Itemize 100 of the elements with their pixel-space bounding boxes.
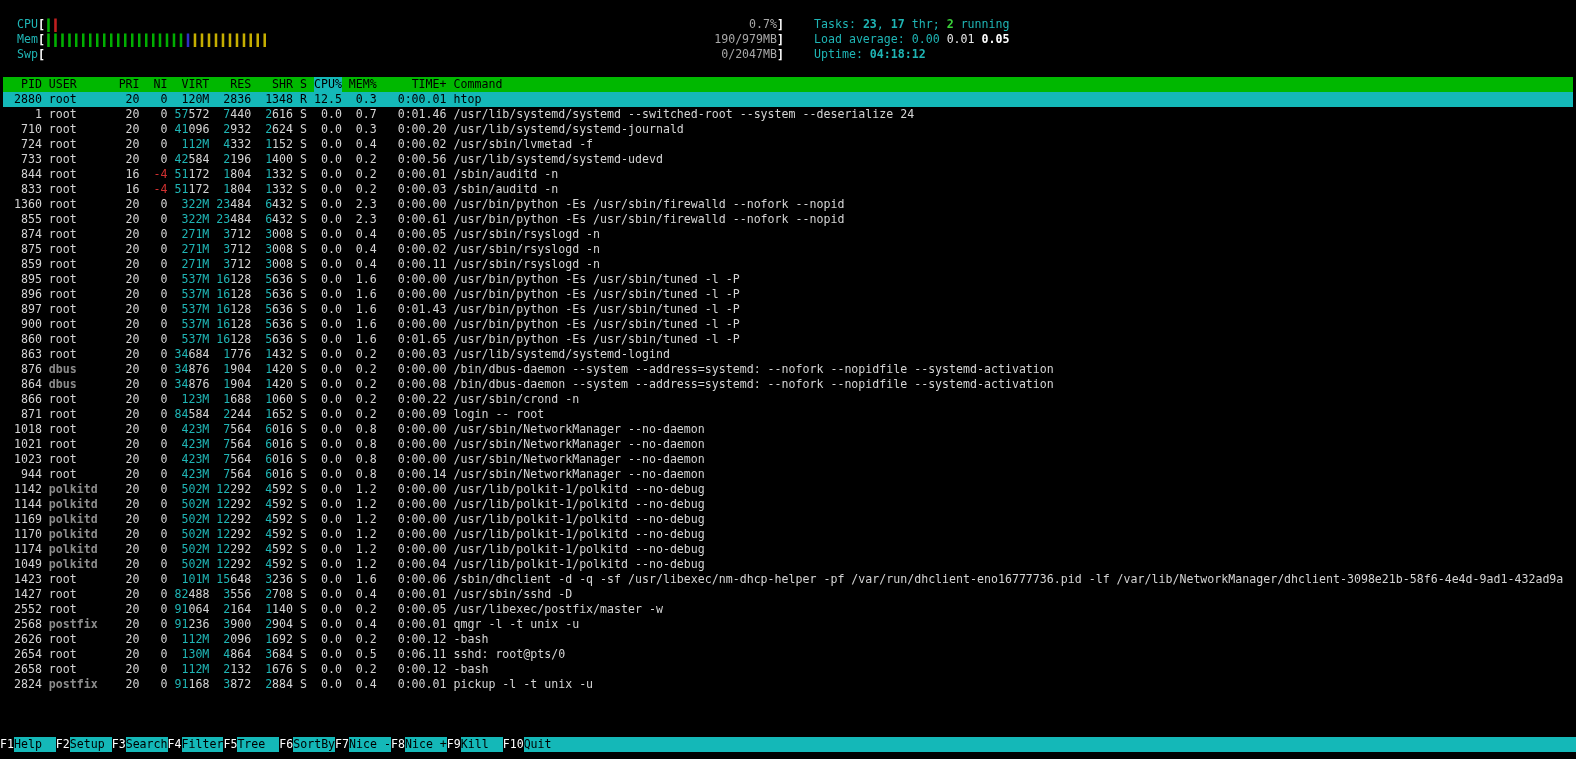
process-row[interactable]: 1049 polkitd 20 0 502M 12292 4592 S 0.0 1.2 0:00.04 /usr/lib/polkit-1/polkitd --no-debug <box>3 557 1573 572</box>
column-header[interactable]: RES <box>216 77 252 92</box>
process-row[interactable]: 733 root 20 0 42584 2196 1400 S 0.0 0.2 0:00.56 /usr/lib/systemd/systemd-udevd <box>3 152 1573 167</box>
column-header[interactable]: SHR <box>258 77 294 92</box>
table-cell-text: 20 <box>124 662 140 677</box>
column-header[interactable]: CPU% <box>313 77 342 92</box>
command-cell: /bin/dbus-daemon --system --address=systemd: --nofork --nopidfile --systemd-activation <box>453 362 1054 377</box>
function-key[interactable]: F2Setup <box>55 737 112 752</box>
table-cell-text: 1018 <box>12 422 42 437</box>
selected-row[interactable]: 2880 root 20 0 120M 2836 1348 R 12.5 0.3 0:00.01 htop <box>3 92 1573 107</box>
table-cell-text: 0:00.12 <box>396 632 447 647</box>
process-row[interactable]: 1170 polkitd 20 0 502M 12292 4592 S 0.0 1.2 0:00.00 /usr/lib/polkit-1/polkitd --no-debug <box>3 527 1573 542</box>
process-row[interactable]: 895 root 20 0 537M 16128 5636 S 0.0 1.6 0:00.00 /usr/bin/python -Es /usr/sbin/tuned -l -P <box>3 272 1573 287</box>
meter-bracket: ] <box>777 17 784 32</box>
table-cell-text: 0 <box>159 212 168 227</box>
process-row[interactable]: 1427 root 20 0 82488 3556 2708 S 0.0 0.4 0:00.01 /usr/sbin/sshd -D <box>3 587 1573 602</box>
table-cell-text: 0.0 <box>319 152 342 167</box>
stat-line: Tasks: 23, 17 thr; 2 running <box>814 17 1011 32</box>
process-row[interactable]: 859 root 20 0 271M 3712 3008 S 0.0 0.4 0:00.11 /usr/sbin/rsyslogd -n <box>3 257 1573 272</box>
process-row[interactable]: 724 root 20 0 112M 4332 1152 S 0.0 0.4 0:00.02 /usr/sbin/lvmetad -f <box>3 137 1573 152</box>
table-cell-text: 0:00.08 <box>396 377 447 392</box>
table-cell-text: 3556 <box>222 587 252 602</box>
function-key[interactable]: F4Filter <box>167 737 224 752</box>
table-cell-text: 20 <box>124 542 140 557</box>
table-cell-text: 0:01.65 <box>396 332 447 347</box>
process-row[interactable]: 1360 root 20 0 322M 23484 6432 S 0.0 2.3 0:00.00 /usr/bin/python -Es /usr/sbin/firewalld --nofork --nopid <box>3 197 1573 212</box>
process-row[interactable]: 833 root 16 -4 51172 1804 1332 S 0.0 0.2 0:00.03 /sbin/auditd -n <box>3 182 1573 197</box>
table-cell-text: root <box>48 257 78 272</box>
table-cell-text: 20 <box>124 632 140 647</box>
process-row[interactable]: 1144 polkitd 20 0 502M 12292 4592 S 0.0 1.2 0:00.00 /usr/lib/polkit-1/polkitd --no-debug <box>3 497 1573 512</box>
column-header[interactable]: VIRT <box>174 77 210 92</box>
table-cell-text: 875 <box>19 242 42 257</box>
column-header[interactable]: Command <box>453 77 503 92</box>
table-cell-text: 20 <box>124 407 140 422</box>
process-row[interactable]: 897 root 20 0 537M 16128 5636 S 0.0 1.6 0:01.43 /usr/bin/python -Es /usr/sbin/tuned -l -P <box>3 302 1573 317</box>
table-cell-text: root <box>48 572 78 587</box>
table-cell-text: 0 <box>159 137 168 152</box>
process-row[interactable]: 875 root 20 0 271M 3712 3008 S 0.0 0.4 0:00.02 /usr/sbin/rsyslogd -n <box>3 242 1573 257</box>
process-row[interactable]: 864 dbus 20 0 34876 1904 1420 S 0.0 0.2 0:00.08 /bin/dbus-daemon --system --address=systemd: --nofork --nopidfile --systemd-activation <box>3 377 1573 392</box>
table-cell-text: 0.2 <box>354 152 377 167</box>
table-cell-text: 0:00.03 <box>396 347 447 362</box>
process-row[interactable]: 874 root 20 0 271M 3712 3008 S 0.0 0.4 0:00.05 /usr/sbin/rsyslogd -n <box>3 227 1573 242</box>
meter-ticks-text: ||||||||||| <box>191 32 269 47</box>
process-row[interactable]: 1018 root 20 0 423M 7564 6016 S 0.0 0.8 0:00.00 /usr/sbin/NetworkManager --no-daemon <box>3 422 1573 437</box>
process-row[interactable]: 1174 polkitd 20 0 502M 12292 4592 S 0.0 1.2 0:00.00 /usr/lib/polkit-1/polkitd --no-debug <box>3 542 1573 557</box>
process-row[interactable]: 860 root 20 0 537M 16128 5636 S 0.0 1.6 0:01.65 /usr/bin/python -Es /usr/sbin/tuned -l -P <box>3 332 1573 347</box>
process-row[interactable]: 710 root 20 0 41096 2932 2624 S 0.0 0.3 0:00.20 /usr/lib/systemd/systemd-journald <box>3 122 1573 137</box>
process-row[interactable]: 1 root 20 0 57572 7440 2616 S 0.0 0.7 0:01.46 /usr/lib/systemd/systemd --switched-root --system --deserialize 24 <box>3 107 1573 122</box>
command-cell: pickup -l -t unix -u <box>453 677 594 692</box>
table-cell-text: 20 <box>124 107 140 122</box>
process-row[interactable]: 900 root 20 0 537M 16128 5636 S 0.0 1.6 0:00.00 /usr/bin/python -Es /usr/sbin/tuned -l -P <box>3 317 1573 332</box>
process-row[interactable]: 2654 root 20 0 130M 4864 3684 S 0.0 0.5 0:06.11 sshd: root@pts/0 <box>3 647 1573 662</box>
table-cell: 12.5 <box>313 92 342 107</box>
table-cell-text: 20 <box>124 287 140 302</box>
table-cell-text: 2658 <box>12 662 42 677</box>
process-row[interactable]: 1021 root 20 0 423M 7564 6016 S 0.0 0.8 0:00.00 /usr/sbin/NetworkManager --no-daemon <box>3 437 1573 452</box>
table-cell-text: 710 <box>19 122 42 137</box>
process-row[interactable]: 2568 postfix 20 0 91236 3900 2904 S 0.0 0.4 0:00.01 qmgr -l -t unix -u <box>3 617 1573 632</box>
process-row[interactable]: 1023 root 20 0 423M 7564 6016 S 0.0 0.8 0:00.00 /usr/sbin/NetworkManager --no-daemon <box>3 452 1573 467</box>
column-header[interactable]: TIME+ <box>383 77 447 92</box>
function-key[interactable]: F3Search <box>111 737 168 752</box>
column-header[interactable]: PID <box>7 77 42 92</box>
table-cell-text: 1152 <box>264 137 294 152</box>
table-cell-text: 0.0 <box>319 287 342 302</box>
process-row[interactable]: 1142 polkitd 20 0 502M 12292 4592 S 0.0 1.2 0:00.00 /usr/lib/polkit-1/polkitd --no-debug <box>3 482 1573 497</box>
process-row[interactable]: 855 root 20 0 322M 23484 6432 S 0.0 2.3 0:00.61 /usr/bin/python -Es /usr/sbin/firewalld --nofork --nopid <box>3 212 1573 227</box>
table-cell-text: 2884 <box>264 677 294 692</box>
table-cell-text: 537M <box>180 332 210 347</box>
table-cell-text: 20 <box>124 527 140 542</box>
column-header[interactable]: NI <box>146 77 168 92</box>
table-cell-text: 0 <box>159 122 168 137</box>
process-row[interactable]: 2626 root 20 0 112M 2096 1692 S 0.0 0.2 0:00.12 -bash <box>3 632 1573 647</box>
process-row[interactable]: 866 root 20 0 123M 1688 1060 S 0.0 0.2 0:00.22 /usr/sbin/crond -n <box>3 392 1573 407</box>
process-row[interactable]: 944 root 20 0 423M 7564 6016 S 0.0 0.8 0:00.14 /usr/sbin/NetworkManager --no-daemon <box>3 467 1573 482</box>
process-row[interactable]: 1169 polkitd 20 0 502M 12292 4592 S 0.0 1.2 0:00.00 /usr/lib/polkit-1/polkitd --no-debug <box>3 512 1573 527</box>
column-header[interactable]: PRI <box>118 77 140 92</box>
process-row[interactable]: 876 dbus 20 0 34876 1904 1420 S 0.0 0.2 0:00.00 /bin/dbus-daemon --system --address=systemd: --nofork --nopidfile --systemd-activation <box>3 362 1573 377</box>
table-cell-text: 502M <box>180 512 210 527</box>
table-cell-text: 20 <box>124 392 140 407</box>
table-cell-text: root <box>48 272 78 287</box>
function-key[interactable]: F6SortBy <box>279 737 336 752</box>
column-header[interactable]: USER <box>48 77 112 92</box>
table-cell-text: 0.8 <box>354 422 377 437</box>
meter-label: Mem <box>17 32 38 47</box>
table-cell: 12292 <box>216 527 252 542</box>
table-cell: S <box>300 377 307 392</box>
process-row[interactable]: 871 root 20 0 84584 2244 1652 S 0.0 0.2 0:00.09 login -- root <box>3 407 1573 422</box>
process-row[interactable]: 2824 postfix 20 0 91168 3872 2884 S 0.0 0.4 0:00.01 pickup -l -t unix -u <box>3 677 1573 692</box>
process-row[interactable]: 896 root 20 0 537M 16128 5636 S 0.0 1.6 0:00.00 /usr/bin/python -Es /usr/sbin/tuned -l -P <box>3 287 1573 302</box>
table-cell-text: 1676 <box>264 662 294 677</box>
column-header[interactable]: S <box>300 77 307 92</box>
table-cell-text: 0 <box>159 662 168 677</box>
process-row[interactable]: 2658 root 20 0 112M 2132 1676 S 0.0 0.2 0:00.12 -bash <box>3 662 1573 677</box>
table-cell-text: 20 <box>124 317 140 332</box>
function-key[interactable]: F10Quit <box>502 737 1576 752</box>
column-header[interactable]: MEM% <box>348 77 377 92</box>
table-cell-text: 0.2 <box>354 167 377 182</box>
process-row[interactable]: 844 root 16 -4 51172 1804 1332 S 0.0 0.2 0:00.01 /sbin/auditd -n <box>3 167 1573 182</box>
process-row[interactable]: 863 root 20 0 34684 1776 1432 S 0.0 0.2 0:00.03 /usr/lib/systemd/systemd-logind <box>3 347 1573 362</box>
process-row[interactable]: 2552 root 20 0 91064 2164 1140 S 0.0 0.2 0:00.05 /usr/libexec/postfix/master -w <box>3 602 1573 617</box>
